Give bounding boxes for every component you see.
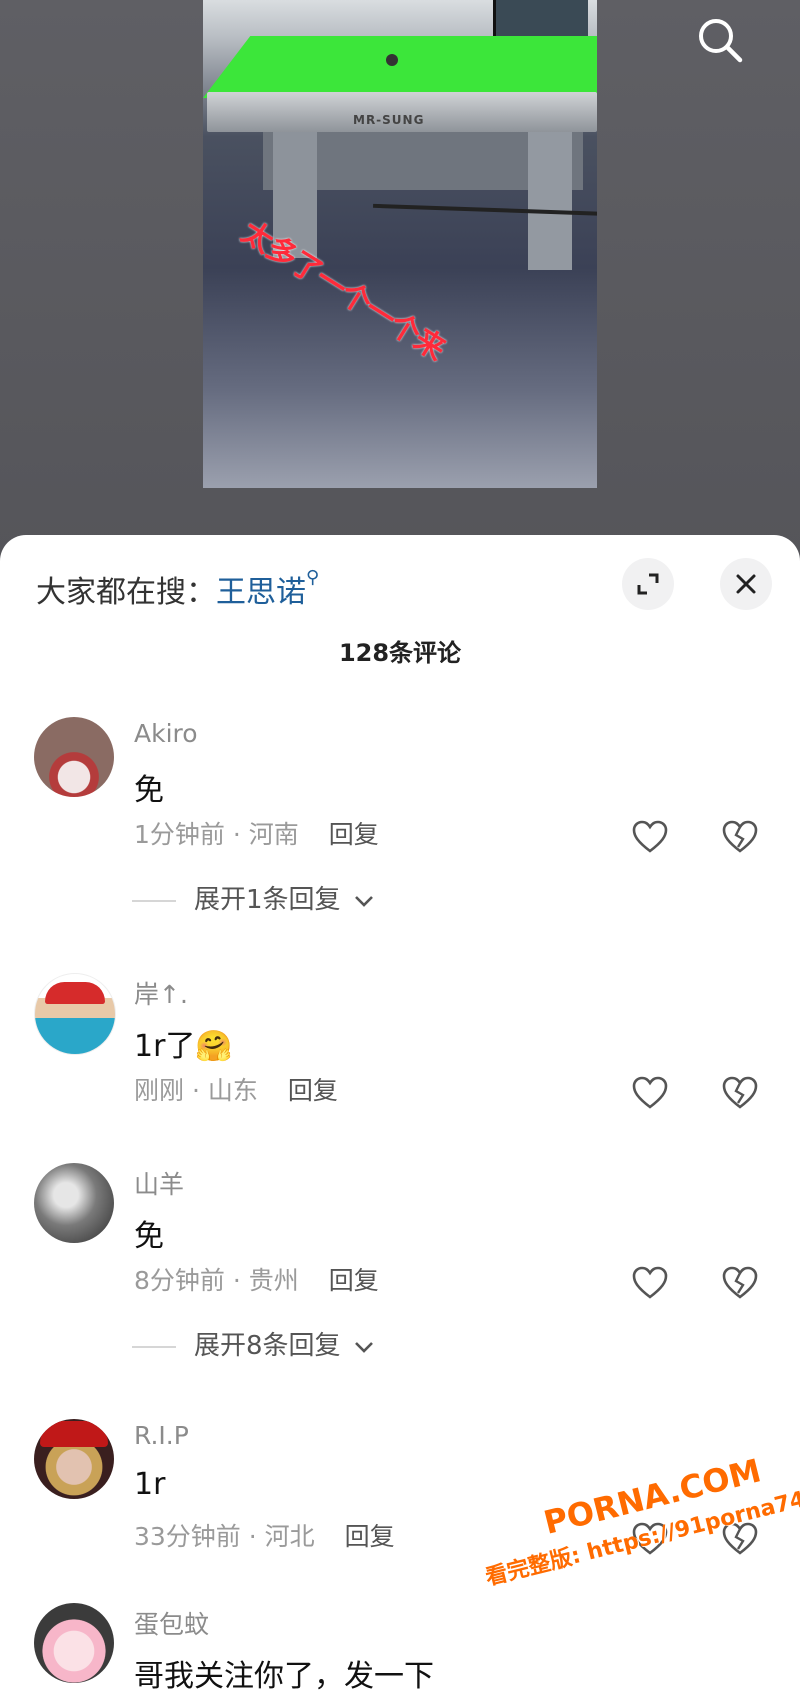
comment-username[interactable]: 岸↑. [134,975,188,1011]
dislike-button[interactable] [720,1263,760,1303]
chevron-down-icon [354,1341,373,1353]
divider [132,1345,176,1348]
close-button[interactable] [720,558,772,610]
divider [132,899,176,902]
comment-text-body: 1r了 [134,1029,196,1064]
avatar-hat [40,1421,108,1447]
comment-username[interactable]: 山羊 [134,1165,184,1201]
comment-username[interactable]: R.I.P [134,1421,189,1450]
reply-button[interactable]: 回复 [329,1266,379,1295]
hug-emoji: 🤗 [195,1029,233,1064]
comment-time-location: 1分钟前 · 河南 [134,820,299,849]
heart-icon [632,1266,668,1299]
comment-text: 免 [134,773,164,808]
like-button[interactable] [630,1263,670,1303]
broken-heart-icon [722,820,758,853]
avatar[interactable] [34,1163,114,1243]
trending-query-link[interactable]: 王思诺 [216,575,306,610]
comment-text: 1r [134,1467,166,1502]
reply-button[interactable]: 回复 [345,1522,395,1551]
comment-username[interactable]: 蛋包蚊 [134,1605,209,1641]
comment-count: 128条评论 [338,639,462,667]
expand-replies-label: 展开8条回复 [194,1331,341,1361]
comment-time-location: 刚刚 · 山东 [134,1076,258,1105]
avatar[interactable] [34,973,116,1055]
search-small-icon: ⚲ [306,567,320,588]
search-button[interactable] [690,10,750,70]
comment-text: 哥我关注你了，发一下 [134,1659,434,1694]
close-icon [736,574,756,594]
heart-icon [632,820,668,853]
expand-replies-button[interactable]: 展开8条回复 [132,1325,375,1362]
comment-username[interactable]: Akiro [134,719,198,748]
comment-time-location: 33分钟前 · 河北 [134,1522,315,1551]
comment-time-location: 8分钟前 · 贵州 [134,1266,299,1295]
trending-search-bar: 大家都在搜：王思诺⚲ [36,567,319,611]
avatar[interactable] [34,1603,114,1683]
video-background [493,0,588,40]
comment-meta: 1分钟前 · 河南 回复 [134,815,379,851]
avatar[interactable] [34,1419,114,1499]
pool-table-leg [528,130,572,270]
table-brand-label: MR-SUNG [353,113,425,127]
avatar-hat [45,982,105,1004]
comment-meta: 8分钟前 · 贵州 回复 [134,1261,379,1297]
reply-button[interactable]: 回复 [288,1076,338,1105]
broken-heart-icon [722,1076,758,1109]
heart-icon [632,1076,668,1109]
expand-replies-button[interactable]: 展开1条回复 [132,879,375,916]
reply-button[interactable]: 回复 [329,820,379,849]
video-area[interactable]: MR-SUNG 太多了一个一个来 [0,0,800,560]
search-icon [699,19,743,63]
expand-icon [637,573,659,595]
avatar[interactable] [34,717,114,797]
video-frame[interactable]: MR-SUNG 太多了一个一个来 [203,0,597,488]
pool-ball [386,54,398,66]
pool-table-cloth [203,36,597,98]
like-button[interactable] [630,1073,670,1113]
chevron-down-icon [354,895,373,907]
like-button[interactable] [630,817,670,857]
dislike-button[interactable] [720,817,760,857]
trending-label: 大家都在搜： [36,575,216,610]
expand-button[interactable] [622,558,674,610]
expand-replies-label: 展开1条回复 [194,885,341,915]
dislike-button[interactable] [720,1073,760,1113]
broken-heart-icon [722,1266,758,1299]
video-caption: 太多了一个一个来 [235,214,451,368]
comment-text: 免 [134,1219,164,1254]
comment-meta: 刚刚 · 山东 回复 [134,1071,338,1107]
comment-text: 1r了🤗 [134,1021,233,1065]
comment-meta: 33分钟前 · 河北 回复 [134,1517,395,1553]
